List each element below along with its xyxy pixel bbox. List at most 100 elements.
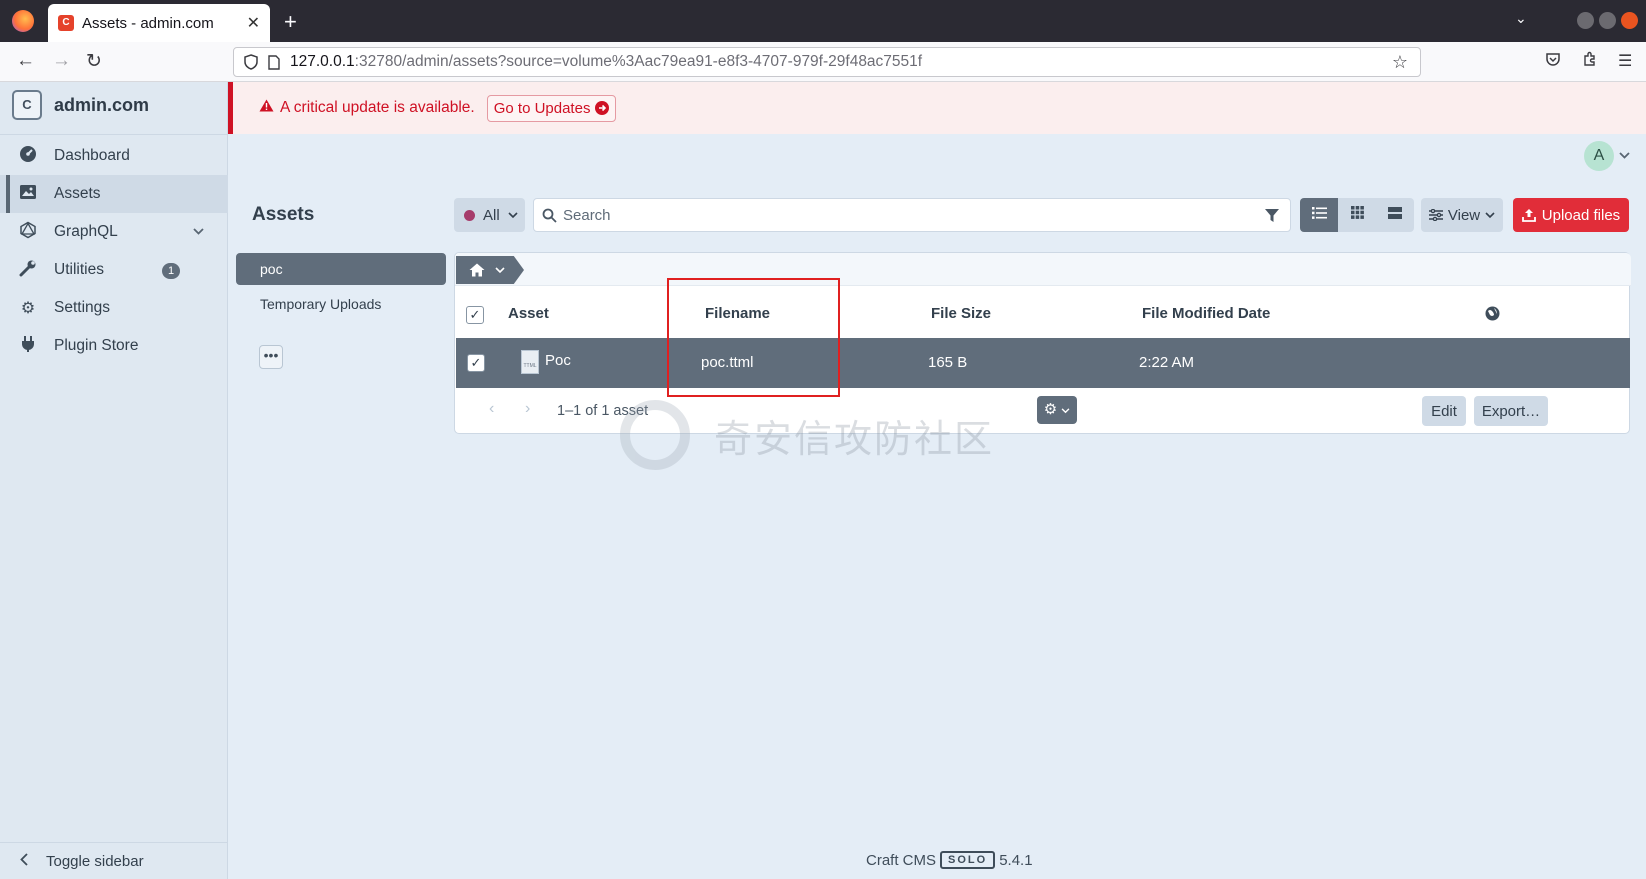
pocket-icon[interactable] [1545, 51, 1561, 72]
extensions-icon[interactable] [1582, 51, 1598, 72]
sidebar-item-assets[interactable]: Assets [0, 175, 228, 213]
search-input[interactable] [563, 206, 1258, 224]
chevron-down-icon[interactable] [1619, 148, 1630, 162]
table-view-button[interactable] [1300, 198, 1338, 232]
next-page-icon[interactable]: › [525, 400, 530, 418]
app-menu-icon[interactable]: ☰ [1618, 51, 1632, 71]
cards-icon [1388, 207, 1402, 219]
watermark-text: 奇安信攻防社区 [714, 418, 995, 461]
search-icon [542, 208, 557, 223]
sidebar-item-graphql[interactable]: GraphQL [0, 213, 228, 251]
watermark: 奇安信攻防社区 [620, 400, 994, 470]
more-options-button[interactable]: ••• [259, 345, 283, 369]
alert-icon [259, 99, 274, 117]
list-all-tabs-icon[interactable]: ⌄ [1515, 10, 1527, 27]
sidebar: C admin.com Dashboard Assets GraphQL Uti… [0, 82, 228, 879]
asset-title[interactable]: Poc [545, 352, 571, 369]
notification-badge: 1 [162, 263, 180, 279]
view-menu-button[interactable]: View [1421, 198, 1503, 232]
globe-icon[interactable] [1485, 306, 1500, 325]
site-filter-button[interactable]: All [454, 198, 525, 232]
home-crumb-button[interactable] [456, 256, 524, 284]
sidebar-item-plugin-store[interactable]: Plugin Store [0, 327, 228, 365]
alert-message: A critical update is available. [280, 99, 475, 116]
sidebar-item-utilities[interactable]: Utilities 1 [0, 251, 228, 289]
column-header-asset[interactable]: Asset [508, 305, 549, 322]
view-label: View [1447, 206, 1481, 224]
url-path: :32780/admin/assets?source=volume%3Aac79… [354, 53, 923, 70]
page-title: Assets [252, 204, 315, 225]
source-item-poc[interactable]: poc [236, 253, 446, 285]
browser-tab[interactable]: C Assets - admin.com ✕ [48, 4, 270, 42]
new-tab-icon[interactable]: + [284, 9, 297, 35]
home-icon [469, 263, 485, 277]
shield-icon[interactable] [244, 54, 258, 70]
watermark-logo [620, 400, 690, 470]
sidebar-item-label: Dashboard [54, 147, 130, 164]
filter-icon[interactable] [1264, 208, 1280, 223]
cards-view-button[interactable] [1376, 198, 1414, 232]
url-host: 127.0.0.1 [290, 53, 355, 70]
prev-page-icon[interactable]: ‹ [489, 400, 494, 418]
asset-modified-date: 2:22 AM [1139, 354, 1195, 371]
site-color-dot [464, 209, 475, 221]
grid-icon [1350, 206, 1364, 219]
maximize-button[interactable] [1599, 12, 1616, 29]
go-to-updates-button[interactable]: Go to Updates [486, 94, 616, 122]
minimize-button[interactable] [1577, 12, 1594, 29]
toggle-sidebar-button[interactable]: Toggle sidebar [0, 842, 228, 879]
forward-icon[interactable]: → [52, 50, 71, 72]
sidebar-item-label: GraphQL [54, 223, 118, 240]
site-filter-label: All [483, 206, 500, 224]
sidebar-item-label: Plugin Store [54, 337, 139, 354]
table-row[interactable]: ✓ TTML Poc poc.ttml 165 B 2:22 AM [456, 338, 1630, 388]
gear-icon: ⚙ [1043, 401, 1058, 418]
breadcrumb [455, 253, 1631, 286]
column-header-file-size[interactable]: File Size [931, 305, 991, 322]
chevron-down-icon [1061, 408, 1070, 414]
back-icon[interactable]: ← [16, 50, 35, 72]
select-all-checkbox[interactable]: ✓ [466, 306, 484, 324]
chevron-down-icon [495, 266, 505, 273]
footer: Craft CMS SOLO 5.4.1 [866, 851, 1033, 869]
url-bar[interactable]: 127.0.0.1:32780/admin/assets?source=volu… [233, 47, 1421, 77]
row-checkbox[interactable]: ✓ [467, 354, 485, 372]
bookmark-star-icon[interactable]: ☆ [1392, 52, 1408, 73]
critical-update-alert: A critical update is available. Go to Up… [228, 82, 1646, 134]
sliders-icon [1428, 209, 1443, 221]
sidebar-item-settings[interactable]: ⚙ Settings [0, 289, 228, 327]
window-controls [1577, 12, 1638, 29]
tab-close-icon[interactable]: ✕ [247, 13, 260, 33]
footer-product: Craft CMS [866, 851, 937, 869]
bulk-actions-button[interactable]: ⚙ [1037, 396, 1077, 424]
edit-button[interactable]: Edit [1422, 396, 1466, 426]
upload-files-button[interactable]: Upload files [1513, 198, 1629, 232]
sidebar-item-label: Assets [54, 185, 101, 202]
user-avatar[interactable]: A [1584, 141, 1614, 171]
thumbs-view-button[interactable] [1338, 198, 1376, 232]
window-close-button[interactable] [1621, 12, 1638, 29]
reload-icon[interactable]: ↻ [86, 50, 102, 73]
site-icon: C [12, 90, 42, 120]
gear-icon: ⚙ [20, 300, 36, 317]
browser-navbar: ← → ↻ 127.0.0.1:32780/admin/assets?sourc… [0, 42, 1646, 82]
list-icon [1311, 207, 1327, 219]
chevron-down-icon [508, 211, 518, 218]
sidebar-item-label: Utilities [54, 261, 104, 278]
graphql-icon [18, 221, 38, 244]
footer-version: 5.4.1 [999, 851, 1033, 869]
firefox-logo-icon[interactable] [12, 10, 34, 32]
sidebar-item-label: Settings [54, 299, 111, 316]
site-name: admin.com [54, 94, 150, 115]
asset-file-size: 165 B [928, 354, 968, 371]
source-item-temporary-uploads[interactable]: Temporary Uploads [236, 288, 446, 320]
export-button[interactable]: Export… [1474, 396, 1548, 426]
column-header-modified-date[interactable]: File Modified Date [1142, 305, 1270, 322]
tab-title: Assets - admin.com [82, 14, 214, 32]
sidebar-item-dashboard[interactable]: Dashboard [0, 137, 228, 175]
wrench-icon [18, 259, 38, 282]
chevron-left-icon [20, 852, 28, 870]
site-switcher[interactable]: C admin.com [12, 90, 149, 120]
source-list: poc Temporary Uploads [236, 253, 446, 323]
chevron-down-icon[interactable] [193, 224, 204, 238]
